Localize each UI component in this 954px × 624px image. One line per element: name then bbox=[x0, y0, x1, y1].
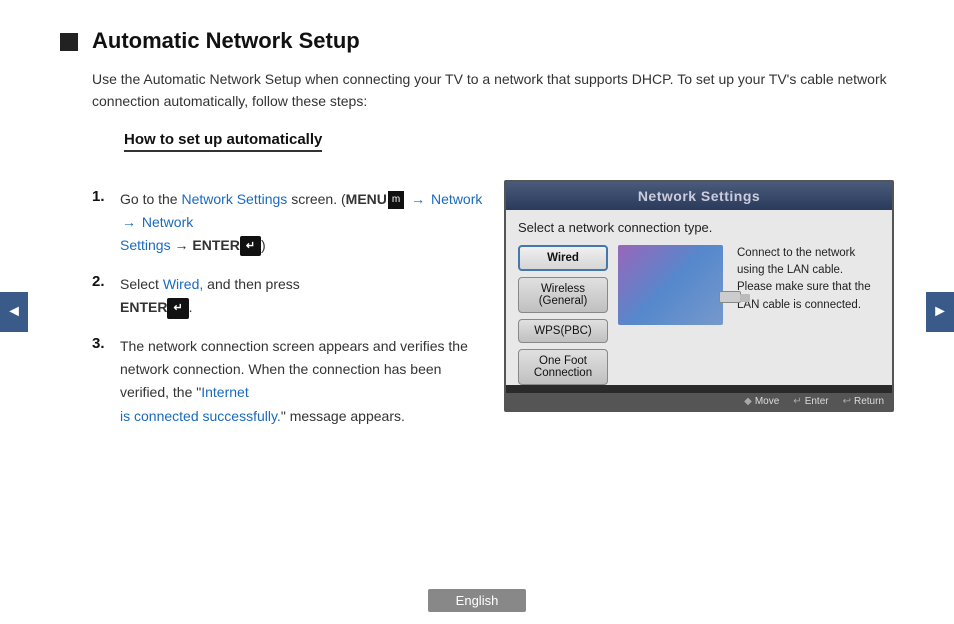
network-settings-2: Network bbox=[142, 214, 193, 230]
info-text: Connect to the network using the LAN cab… bbox=[733, 245, 880, 385]
step-2: 2. Select Wired, and then press ENTER↵. bbox=[92, 273, 484, 319]
wireless-general-button[interactable]: Wireless(General) bbox=[518, 277, 608, 313]
arrow-1: → bbox=[411, 191, 425, 207]
menu-icon: m bbox=[388, 191, 404, 210]
move-icon: ◆ bbox=[744, 396, 752, 407]
left-nav-arrow[interactable]: ◄ bbox=[0, 292, 28, 332]
footer-return: ↩ Return bbox=[843, 396, 884, 407]
enter-label-2: ENTER bbox=[120, 299, 167, 315]
dialog-main: Wired Wireless(General) WPS(PBC) One Foo… bbox=[518, 245, 880, 385]
page-footer: English bbox=[0, 589, 954, 612]
network-settings-3: Settings bbox=[120, 237, 171, 253]
steps-container: 1. Go to the Network Settings screen. (M… bbox=[92, 188, 504, 444]
section-header: Automatic Network Setup bbox=[60, 28, 894, 54]
wps-pbc-button[interactable]: WPS(PBC) bbox=[518, 319, 608, 343]
menu-label: MENU bbox=[346, 191, 387, 207]
step-1-content: Go to the Network Settings screen. (MENU… bbox=[120, 188, 484, 257]
enter-key-2: ↵ bbox=[167, 298, 188, 318]
dialog-footer: ◆ Move ↵ Enter ↩ Return bbox=[506, 393, 892, 410]
wired-link: Wired, bbox=[163, 276, 203, 292]
dialog-title: Network Settings bbox=[506, 182, 892, 210]
language-button[interactable]: English bbox=[428, 589, 527, 612]
step-3-content: The network connection screen appears an… bbox=[120, 335, 484, 427]
dialog-body: Select a network connection type. Wired … bbox=[506, 210, 892, 385]
step-1-number: 1. bbox=[92, 188, 120, 205]
return-label: Return bbox=[854, 396, 884, 407]
success-message: Internetis connected successfully. bbox=[120, 384, 281, 423]
subsection-title: How to set up automatically bbox=[124, 131, 322, 152]
arrow-2: → bbox=[122, 214, 136, 230]
network-1: Network bbox=[431, 191, 482, 207]
footer-enter: ↵ Enter bbox=[793, 396, 828, 407]
network-dialog: Network Settings Select a network connec… bbox=[504, 180, 894, 412]
enter-footer-icon: ↵ bbox=[793, 396, 801, 407]
section-marker bbox=[60, 33, 78, 51]
left-arrow-icon: ◄ bbox=[6, 303, 22, 321]
step-2-content: Select Wired, and then press ENTER↵. bbox=[120, 273, 300, 319]
button-column: Wired Wireless(General) WPS(PBC) One Foo… bbox=[518, 245, 608, 385]
enter-footer-label: Enter bbox=[805, 396, 829, 407]
one-foot-connection-button[interactable]: One FootConnection bbox=[518, 349, 608, 385]
enter-label-1: ENTER bbox=[192, 237, 239, 253]
right-arrow-icon: ► bbox=[932, 303, 948, 321]
step-1: 1. Go to the Network Settings screen. (M… bbox=[92, 188, 484, 257]
dialog-subtitle: Select a network connection type. bbox=[518, 220, 880, 235]
footer-move: ◆ Move bbox=[744, 396, 779, 407]
arrow-3: → bbox=[174, 237, 192, 253]
wired-button[interactable]: Wired bbox=[518, 245, 608, 271]
step-3: 3. The network connection screen appears… bbox=[92, 335, 484, 427]
intro-text: Use the Automatic Network Setup when con… bbox=[92, 68, 894, 113]
network-image bbox=[618, 245, 723, 325]
return-icon: ↩ bbox=[843, 396, 851, 407]
step-3-number: 3. bbox=[92, 335, 120, 352]
cable-plug bbox=[719, 291, 741, 303]
enter-key-1: ↵ bbox=[240, 236, 261, 256]
network-settings-link: Network Settings bbox=[181, 191, 287, 207]
move-label: Move bbox=[755, 396, 779, 407]
step-2-number: 2. bbox=[92, 273, 120, 290]
section-title: Automatic Network Setup bbox=[92, 28, 360, 54]
right-nav-arrow[interactable]: ► bbox=[926, 292, 954, 332]
